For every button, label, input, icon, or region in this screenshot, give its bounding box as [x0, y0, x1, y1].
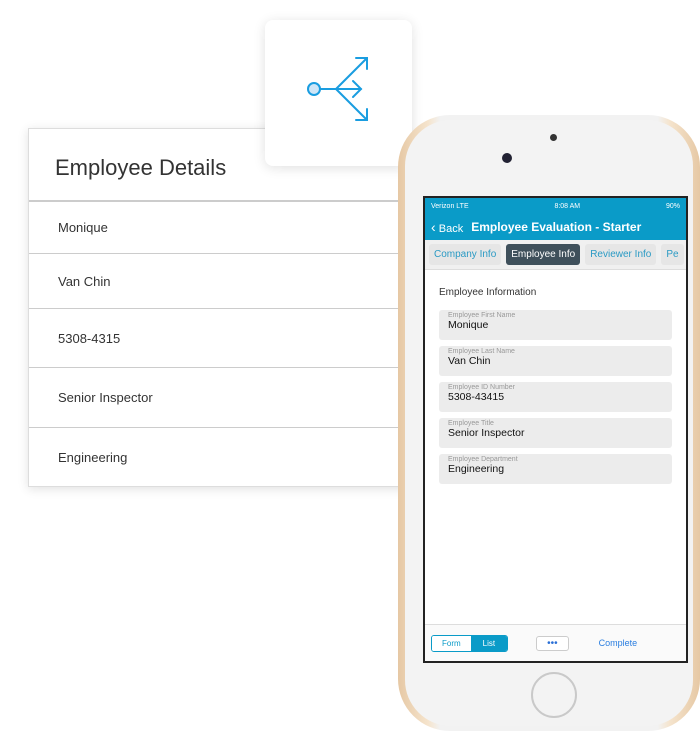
detail-row: Monique — [29, 202, 407, 254]
screen-title: Employee Evaluation - Starter — [471, 220, 642, 234]
home-button[interactable] — [531, 672, 577, 718]
id-number-field[interactable]: Employee ID Number 5308-43415 — [439, 382, 672, 412]
field-value: Senior Inspector — [448, 427, 525, 439]
field-value: Monique — [448, 319, 489, 331]
field-label: Employee Title — [448, 420, 494, 427]
tab-employee-info[interactable]: Employee Info — [506, 244, 581, 265]
field-label: Employee Department — [448, 456, 518, 463]
camera — [502, 153, 512, 163]
tab-company-info[interactable]: Company Info — [429, 244, 502, 265]
back-button[interactable]: ‹ Back — [431, 219, 463, 235]
field-label: Employee Last Name — [448, 348, 515, 355]
view-toggle: Form List — [431, 634, 509, 652]
back-label: Back — [438, 223, 464, 235]
last-name-field[interactable]: Employee Last Name Van Chin — [439, 346, 672, 376]
detail-row: Senior Inspector — [29, 368, 407, 428]
detail-row: Engineering — [58, 449, 128, 465]
time: 8:08 AM — [554, 202, 581, 210]
phone-mockup: Verizon LTE 8:08 AM 90% ‹ Back Employee … — [398, 115, 700, 731]
chevron-left-icon: ‹ — [431, 219, 436, 235]
title-field[interactable]: Employee Title Senior Inspector — [439, 418, 672, 448]
bottom-toolbar: Form List ••• Complete — [425, 624, 686, 661]
battery: 90% — [665, 202, 680, 210]
tab-more[interactable]: Pe — [661, 244, 684, 265]
field-value: Engineering — [448, 463, 505, 475]
nav-bar: ‹ Back Employee Evaluation - Starter — [425, 214, 686, 240]
section-title: Employee Information — [439, 287, 537, 298]
speaker — [550, 134, 557, 141]
phone-screen: Verizon LTE 8:08 AM 90% ‹ Back Employee … — [423, 196, 688, 663]
carrier: Verizon LTE — [431, 202, 469, 210]
employee-details-card: Employee Details Monique Van Chin 5308-4… — [28, 128, 408, 487]
field-label: Employee First Name — [448, 312, 516, 319]
tab-reviewer-info[interactable]: Reviewer Info — [585, 244, 657, 265]
department-field[interactable]: Employee Department Engineering — [439, 454, 672, 484]
detail-row: 5308-4315 — [29, 309, 407, 368]
list-button[interactable]: List — [470, 635, 508, 651]
field-value: 5308-43415 — [448, 391, 505, 403]
detail-row: Van Chin — [29, 254, 407, 309]
form-button[interactable]: Form — [432, 635, 471, 651]
branch-arrows-icon — [307, 57, 368, 121]
field-label: Employee ID Number — [448, 384, 515, 391]
more-button[interactable]: ••• — [536, 635, 569, 651]
complete-button[interactable]: Complete — [599, 638, 638, 648]
workflow-icon-card — [265, 20, 412, 166]
status-bar: Verizon LTE 8:08 AM 90% — [425, 198, 686, 214]
first-name-field[interactable]: Employee First Name Monique — [439, 310, 672, 340]
field-value: Van Chin — [448, 355, 491, 367]
tab-bar: Company Info Employee Info Reviewer Info… — [425, 240, 686, 270]
